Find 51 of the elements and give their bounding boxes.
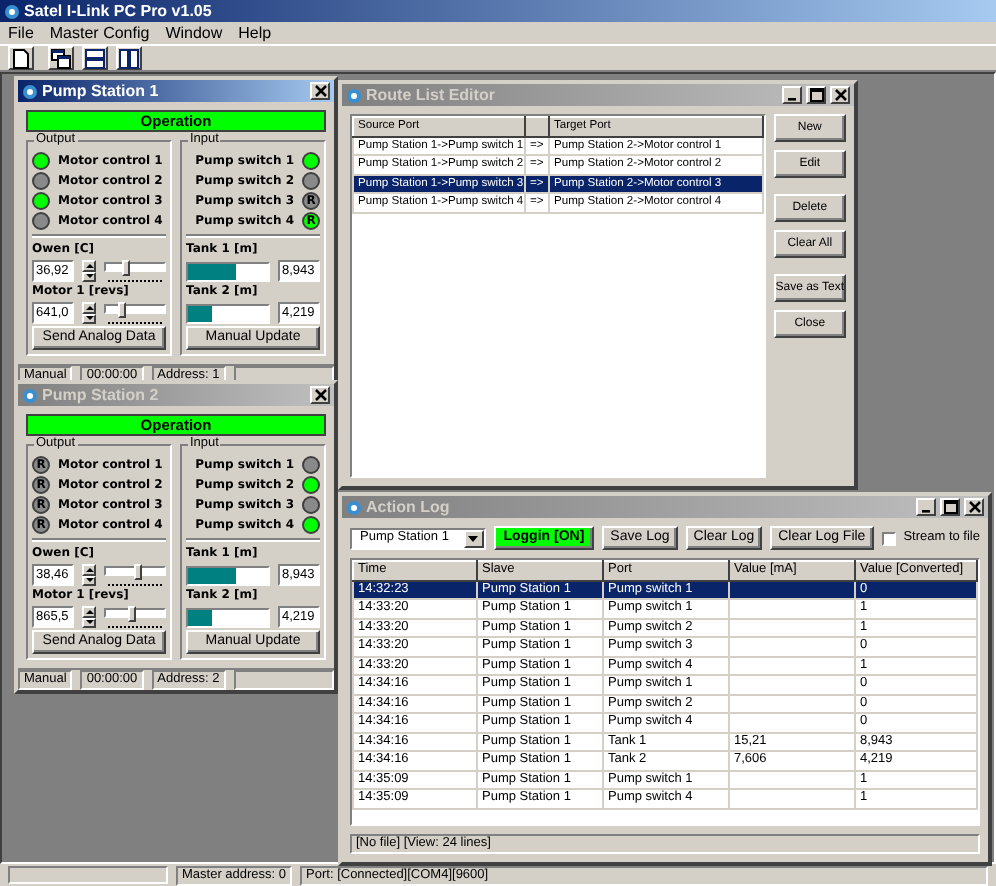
menu-item[interactable]: Master Config [49,23,150,43]
maximize-icon [943,500,957,514]
slider-thumb[interactable] [118,302,127,318]
close-button[interactable] [964,498,984,516]
close-button[interactable] [830,86,850,104]
menu-item[interactable]: File [8,23,34,43]
window-title: Pump Station 1 [42,81,161,101]
app-icon [346,499,362,515]
caret-icon [468,535,479,541]
slider-track[interactable] [104,260,166,282]
slider-thumb[interactable] [121,260,130,276]
app-icon [22,83,38,99]
app-icon [346,87,362,103]
window-title: Pump Station 2 [42,385,161,405]
toolbar-button[interactable] [48,46,74,70]
spin-down-button[interactable] [82,617,96,628]
close-icon [833,88,847,102]
slider-track[interactable] [104,564,166,586]
close-button[interactable] [310,82,330,100]
menu-item[interactable]: Window [165,23,223,43]
close-button[interactable] [310,386,330,404]
slider-thumb[interactable] [134,564,143,580]
spin-up-button[interactable] [82,302,96,313]
menu-item[interactable]: Help [238,23,272,43]
app-icon [22,387,38,403]
checkbox-square[interactable] [881,531,896,545]
toolbar-button[interactable] [116,46,142,70]
close-icon [313,84,327,98]
close-icon [313,388,327,402]
toolbar-button[interactable] [8,46,34,70]
slider-track[interactable] [104,606,166,628]
spin-down-button[interactable] [82,271,96,282]
maximize-icon [809,88,823,102]
spin-up-button[interactable] [82,606,96,617]
spin-up-button[interactable] [82,260,96,271]
toolbar-button[interactable] [82,46,108,70]
maximize-button[interactable] [806,86,826,104]
window-title: Route List Editor [366,85,497,105]
minimize-button[interactable] [782,86,802,104]
dropdown-button[interactable] [463,529,484,547]
slider-track[interactable] [104,302,166,324]
app-icon [4,3,20,19]
slider-thumb[interactable] [127,606,136,622]
maximize-button[interactable] [940,498,960,516]
minimize-button[interactable] [916,498,936,516]
close-icon [967,500,981,514]
window-title: Action Log [366,497,452,517]
window-title: Satel I-Link PC Pro v1.05 [24,1,212,21]
spin-up-button[interactable] [82,564,96,575]
spin-down-button[interactable] [82,575,96,586]
spin-down-button[interactable] [82,313,96,324]
